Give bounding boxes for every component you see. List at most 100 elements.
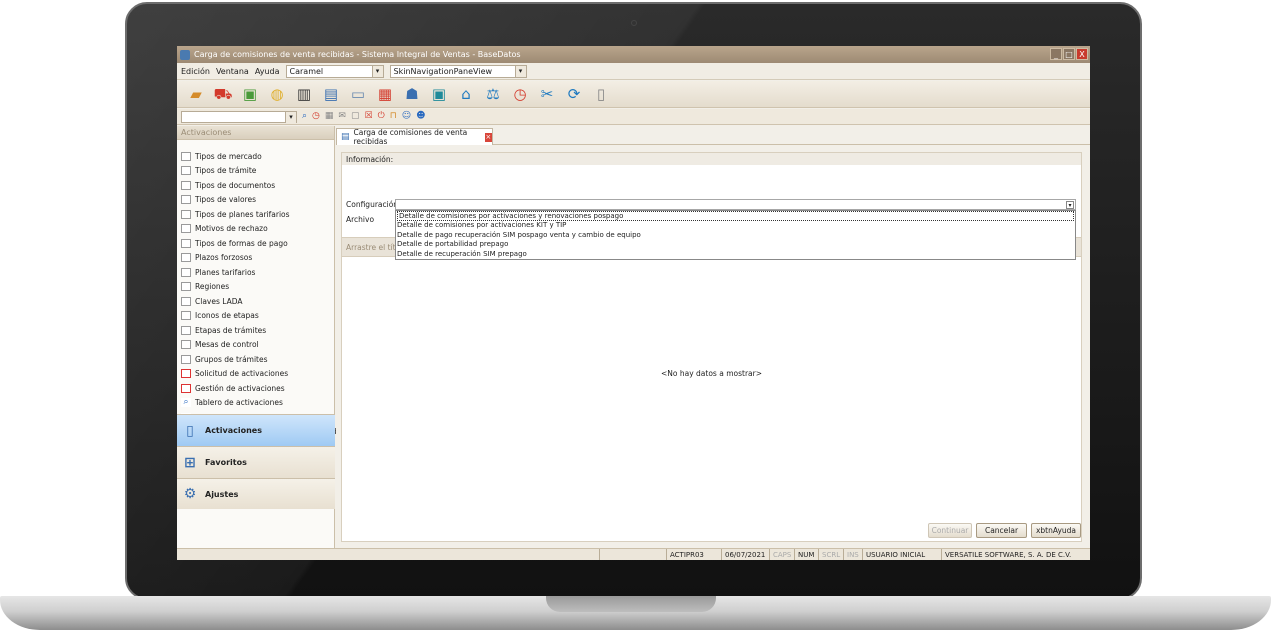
dropdown-option[interactable]: Detalle de comisiones por activaciones K… (396, 221, 1075, 231)
lock-icon[interactable]: ▢ (351, 112, 360, 121)
bank-icon[interactable]: ⌂ (457, 85, 475, 103)
sidebar-item-label: Solicitud de activaciones (195, 369, 289, 379)
tools-icon[interactable]: ✂ (538, 85, 556, 103)
dropdown-option[interactable]: Detalle de portabilidad prepago (396, 240, 1075, 250)
sidebar-item[interactable]: Motivos de rechazo (177, 222, 334, 237)
cart-icon[interactable]: ⛟ (214, 85, 233, 103)
padlock-icon[interactable]: ⊓ (390, 112, 397, 121)
sidebar-item[interactable]: Tipos de documentos (177, 178, 334, 193)
sidebar-item[interactable]: Solicitud de activaciones (177, 367, 334, 382)
report-icon[interactable]: ▦ (376, 85, 394, 103)
group-activaciones-label: Activaciones (205, 426, 262, 435)
table-icon (181, 325, 191, 335)
clock-small-icon[interactable]: ◷ (312, 112, 320, 121)
title-bar: Carga de comisiones de venta recibidas -… (177, 46, 1090, 63)
chevron-down-icon[interactable]: ▾ (514, 65, 526, 77)
chevron-down-icon[interactable]: ▾ (285, 111, 296, 123)
sidebar-item[interactable]: Etapas de trámites (177, 323, 334, 338)
sidebar-item[interactable]: Planes tarifarios (177, 265, 334, 280)
sidebar-item[interactable]: Grupos de trámites (177, 352, 334, 367)
continue-button[interactable]: Continuar (928, 523, 972, 538)
chevron-down-icon[interactable]: ▾ (371, 65, 383, 77)
sidebar-item[interactable]: Tipos de formas de pago (177, 236, 334, 251)
sidebar-item-label: Iconos de etapas (195, 311, 259, 321)
window-title: Carga de comisiones de venta recibidas -… (194, 50, 521, 59)
coins-icon[interactable]: ◍ (268, 85, 286, 103)
scale-icon[interactable]: ⚖ (484, 85, 502, 103)
status-num: NUM (794, 549, 818, 560)
document-icon[interactable]: ▤ (322, 85, 340, 103)
cancel-button[interactable]: Cancelar (976, 523, 1027, 538)
dropdown-option[interactable]: Detalle de comisiones por activaciones y… (397, 211, 1074, 221)
sidebar-item[interactable]: Mesas de control (177, 338, 334, 353)
laptop-frame: Carga de comisiones de venta recibidas -… (0, 0, 1271, 634)
group-activaciones[interactable]: ▯ Activaciones (177, 414, 335, 446)
chevron-down-icon[interactable]: ▾ (1066, 201, 1074, 209)
section-header: Información: (342, 153, 1081, 165)
menu-ayuda[interactable]: Ayuda (255, 67, 280, 76)
sidebar-item[interactable]: ⌕ Tablero de activaciones (177, 396, 334, 411)
sidebar-item-label: Motivos de rechazo (195, 224, 268, 234)
sidebar-item[interactable]: Iconos de etapas (177, 309, 334, 324)
sidebar-item[interactable]: Tipos de planes tarifarios (177, 207, 334, 222)
sidebar-item[interactable]: Regiones (177, 280, 334, 295)
view-select[interactable]: SkinNavigationPaneView ▾ (389, 64, 527, 78)
gears-icon: ⚙ (183, 486, 197, 502)
group-ajustes[interactable]: ⚙ Ajustes (177, 478, 335, 509)
menu-ventana[interactable]: Ventana (216, 67, 249, 76)
table-icon (181, 354, 191, 364)
navigation-pane-header: Activaciones (177, 126, 334, 140)
close-button[interactable]: X (1076, 48, 1088, 60)
group-favoritos[interactable]: ⊞ Favoritos (177, 446, 335, 478)
help-button[interactable]: xbtnAyuda (1031, 523, 1081, 538)
calendar-icon[interactable]: ▦ (325, 112, 334, 121)
grid-group-hint: Arrastre el títu (346, 242, 401, 252)
sidebar-item-label: Mesas de control (195, 340, 259, 350)
id-card-icon[interactable]: ▭ (349, 85, 367, 103)
button-row: Continuar Cancelar xbtnAyuda (336, 521, 1090, 541)
sidebar-item-label: Regiones (195, 282, 230, 292)
maximize-button[interactable]: □ (1063, 48, 1075, 60)
sidebar-item[interactable]: Tipos de mercado (177, 149, 334, 164)
user-icon[interactable]: ☺ (402, 112, 411, 121)
status-caps: CAPS (769, 549, 794, 560)
dropdown-option[interactable]: Detalle de pago recuperación SIM pospago… (396, 230, 1075, 240)
barcode-icon[interactable]: ▥ (295, 85, 313, 103)
tab-carga-comisiones[interactable]: ▤ Carga de comisiones de venta recibidas… (336, 128, 493, 146)
form-icon (181, 383, 191, 393)
users-small-icon[interactable]: ☻ (416, 112, 425, 121)
phone-icon: ▯ (186, 422, 194, 439)
mail-icon[interactable]: ✉ (338, 112, 346, 121)
sidebar-item-label: Plazos forzosos (195, 253, 253, 263)
card-check-icon[interactable]: ▣ (241, 85, 259, 103)
table-icon (181, 267, 191, 277)
config-label: Configuración (346, 200, 399, 209)
sidebar-item-label: Tipos de mercado (195, 151, 262, 161)
clock-icon[interactable]: ◷ (511, 85, 529, 103)
cash-icon[interactable]: ▣ (430, 85, 448, 103)
users-icon[interactable]: ☗ (403, 85, 421, 103)
sidebar-item[interactable]: Plazos forzosos (177, 251, 334, 266)
search-combo[interactable]: ▾ (181, 110, 297, 123)
file-label: Archivo (346, 215, 375, 224)
menu-edicion[interactable]: Edición (181, 67, 210, 76)
phone-icon[interactable]: ▯ (592, 85, 610, 103)
close-box-icon[interactable]: ☒ (364, 112, 372, 121)
navigation-pane: Activaciones Tipos de mercado Tipos de tr… (177, 126, 345, 548)
power-icon[interactable]: ⏻ (378, 112, 385, 121)
close-tab-icon[interactable]: × (484, 132, 492, 142)
status-scrl: SCRL (818, 549, 843, 560)
sidebar-item[interactable]: Gestión de activaciones (177, 381, 334, 396)
folder-icon[interactable]: ▰ (187, 85, 205, 103)
sidebar-item[interactable]: Tipos de trámite (177, 164, 334, 179)
table-icon (181, 166, 191, 176)
refresh-icon[interactable]: ⟳ (565, 85, 583, 103)
dropdown-option[interactable]: Detalle de recuperación SIM prepago (396, 249, 1075, 259)
sidebar-item[interactable]: Claves LADA (177, 294, 334, 309)
search-icon[interactable]: ⌕ (302, 112, 307, 121)
sidebar-item[interactable]: Tipos de valores (177, 193, 334, 208)
minimize-button[interactable]: _ (1050, 48, 1062, 60)
sidebar-item-label: Claves LADA (195, 296, 243, 306)
skin-select[interactable]: Caramel ▾ (285, 64, 384, 78)
config-select[interactable]: ▾ (395, 199, 1076, 210)
